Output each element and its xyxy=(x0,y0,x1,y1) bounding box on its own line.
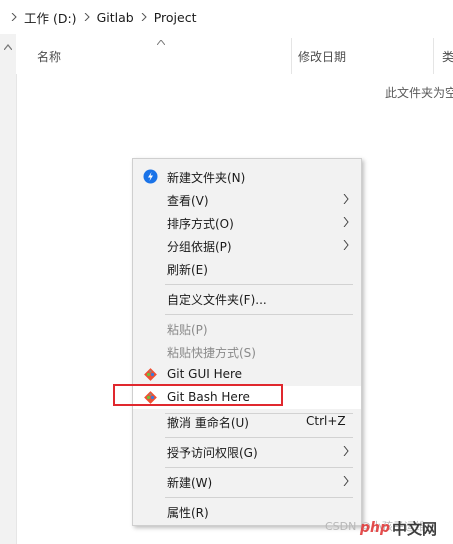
column-name[interactable]: 名称 xyxy=(37,48,61,65)
menu-item-label: 粘贴(P) xyxy=(167,323,208,337)
menu-item-git-gui[interactable]: Git GUI Here xyxy=(133,363,361,386)
column-type[interactable]: 类 xyxy=(442,48,453,65)
menu-separator xyxy=(165,437,353,438)
menu-item-undo-rename[interactable]: 撤消 重命名(U) Ctrl+Z xyxy=(133,410,361,433)
sort-ascending-icon xyxy=(157,40,165,45)
menu-item-label: 刷新(E) xyxy=(167,263,208,277)
submenu-arrow-icon xyxy=(343,476,349,486)
chevron-right-icon[interactable] xyxy=(81,9,93,25)
menu-item-view[interactable]: 查看(V) xyxy=(133,188,361,211)
menu-item-label: 授予访问权限(G) xyxy=(167,446,258,460)
navigation-pane-scrollbar[interactable] xyxy=(0,34,17,544)
column-modified[interactable]: 修改日期 xyxy=(298,48,346,65)
submenu-arrow-icon xyxy=(343,217,349,227)
menu-item-label: 粘贴快捷方式(S) xyxy=(167,346,256,360)
menu-item-new[interactable]: 新建(W) xyxy=(133,470,361,493)
menu-separator xyxy=(165,284,353,285)
column-header: 名称 修改日期 类 xyxy=(16,34,453,74)
submenu-arrow-icon xyxy=(343,446,349,456)
column-divider[interactable] xyxy=(291,38,292,74)
php-badge: php xyxy=(360,520,391,536)
menu-item-new-folder[interactable]: 新建文件夹(N) xyxy=(133,165,361,188)
submenu-arrow-icon xyxy=(343,240,349,250)
menu-item-label: 属性(R) xyxy=(167,506,209,520)
menu-separator xyxy=(165,497,353,498)
new-folder-icon xyxy=(143,169,158,184)
menu-item-label: 新建(W) xyxy=(167,476,213,490)
menu-item-group-by[interactable]: 分组依据(P) xyxy=(133,234,361,257)
address-bar[interactable]: 工作 (D:) Gitlab Project xyxy=(0,0,453,35)
explorer-window: 工作 (D:) Gitlab Project 名称 修改日期 类 此文件夹为空 xyxy=(0,0,453,544)
menu-item-label: 新建文件夹(N) xyxy=(167,171,246,185)
breadcrumb: 工作 (D:) Gitlab Project xyxy=(4,8,197,27)
menu-item-paste-shortcut[interactable]: 粘贴快捷方式(S) xyxy=(133,340,361,363)
context-menu: 新建文件夹(N) 查看(V) 排序方式(O) 分组依据(P) 刷新(E) 自定义… xyxy=(132,158,362,526)
git-icon xyxy=(144,368,157,381)
scroll-up-icon[interactable] xyxy=(4,44,12,50)
menu-item-label: 分组依据(P) xyxy=(167,240,232,254)
chevron-right-icon[interactable] xyxy=(138,9,150,25)
menu-separator xyxy=(165,467,353,468)
menu-item-paste[interactable]: 粘贴(P) xyxy=(133,317,361,340)
menu-item-label: 查看(V) xyxy=(167,194,209,208)
submenu-arrow-icon xyxy=(343,194,349,204)
empty-folder-message: 此文件夹为空 xyxy=(385,86,453,100)
php-logo-text: 中文网 xyxy=(392,519,438,538)
menu-separator xyxy=(165,314,353,315)
menu-item-label: 撤消 重命名(U) xyxy=(167,416,249,430)
menu-item-sort-by[interactable]: 排序方式(O) xyxy=(133,211,361,234)
menu-item-refresh[interactable]: 刷新(E) xyxy=(133,257,361,280)
highlight-annotation-box xyxy=(113,384,283,406)
menu-item-give-access[interactable]: 授予访问权限(G) xyxy=(133,440,361,463)
breadcrumb-drive[interactable]: 工作 (D:) xyxy=(24,8,77,27)
menu-item-label: 自定义文件夹(F)... xyxy=(167,293,267,307)
menu-item-label: 排序方式(O) xyxy=(167,217,234,231)
menu-item-label: Git GUI Here xyxy=(167,367,243,381)
menu-item-shortcut: Ctrl+Z xyxy=(306,414,346,428)
column-divider[interactable] xyxy=(433,38,434,74)
breadcrumb-project[interactable]: Project xyxy=(154,10,197,25)
chevron-right-icon[interactable] xyxy=(8,9,20,25)
menu-item-customize-folder[interactable]: 自定义文件夹(F)... xyxy=(133,287,361,310)
php-logo: php 中文网 xyxy=(360,516,437,540)
breadcrumb-gitlab[interactable]: Gitlab xyxy=(97,10,134,25)
